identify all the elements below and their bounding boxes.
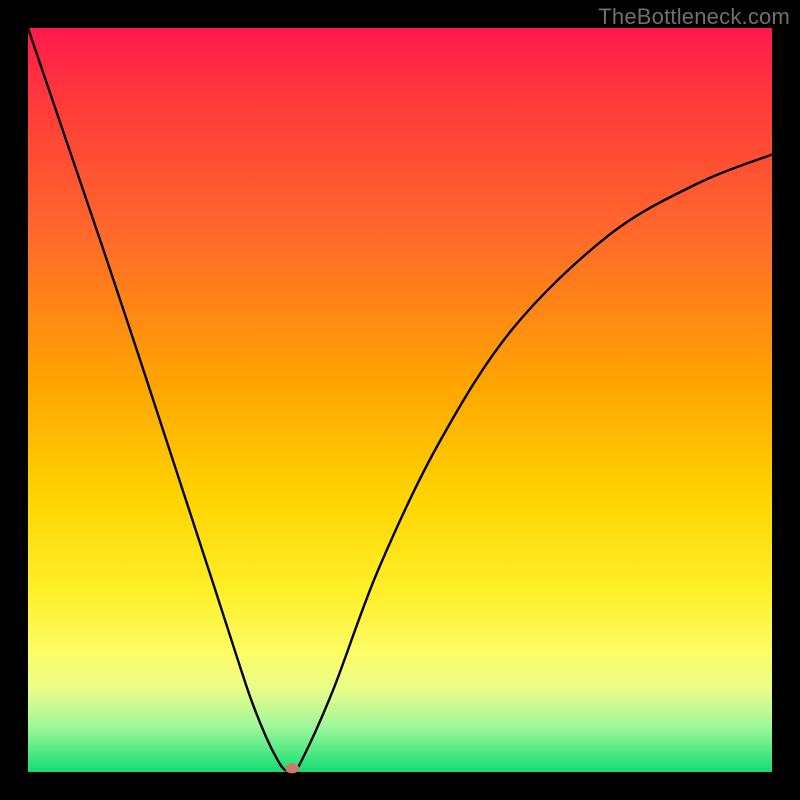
minimum-marker [285, 763, 299, 773]
watermark-text: TheBottleneck.com [598, 4, 790, 30]
bottleneck-curve-svg [28, 28, 772, 772]
chart-plot-area [28, 28, 772, 772]
bottleneck-curve-path [28, 28, 772, 772]
